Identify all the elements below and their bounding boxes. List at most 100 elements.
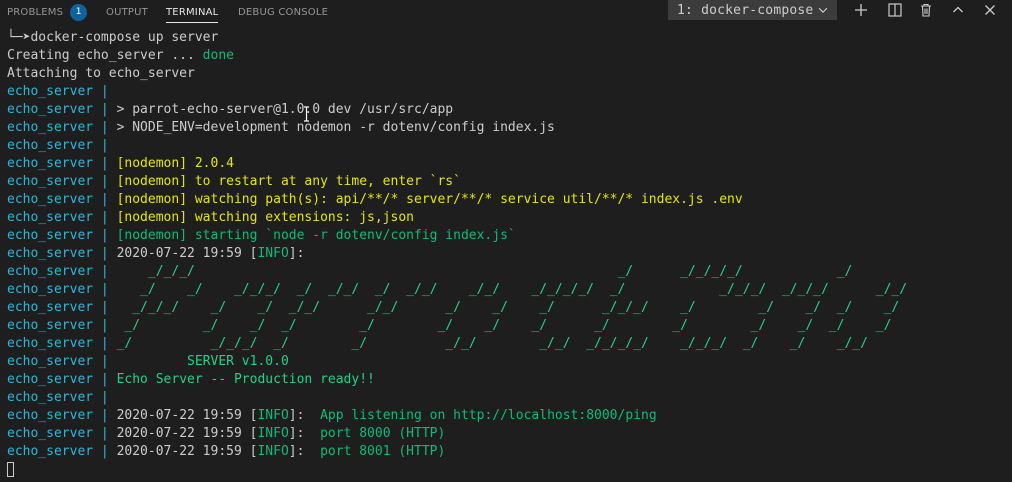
terminal-text: └─➤docker-compose up server: [7, 30, 219, 45]
terminal-line: echo_server | SERVER v1.0.0: [7, 353, 907, 371]
text-cursor-icon: [304, 106, 309, 122]
terminal-line: echo_server | [nodemon] watching path(s)…: [7, 191, 907, 209]
terminal-text: echo_server |: [7, 228, 117, 243]
terminal-line: echo_server | _/ _/ _/ _/ _/ _/ _/ _/ _/…: [7, 317, 907, 335]
tab-label: OUTPUT: [106, 6, 148, 18]
terminal-text: App listening on http://localhost:8000/p…: [320, 408, 657, 423]
tab-debug-console[interactable]: DEBUG CONSOLE: [238, 0, 328, 24]
terminal-text: echo_server |: [7, 192, 117, 207]
terminal-line: echo_server | 2020-07-22 19:59 [INFO]:: [7, 245, 907, 263]
terminal-text: ]:: [288, 408, 321, 423]
terminal-text: echo_server |: [7, 282, 117, 297]
panel-header: PROBLEMS 1 OUTPUT TERMINAL DEBUG CONSOLE…: [0, 0, 1012, 24]
tab-label: DEBUG CONSOLE: [238, 6, 329, 18]
terminal-text: 2020-07-22 19:59 [: [116, 444, 258, 459]
terminal-line: echo_server | [nodemon] 2.0.4: [7, 155, 907, 173]
terminal-text: echo_server |: [7, 174, 117, 189]
problems-count-badge: 1: [70, 3, 88, 21]
terminal-text: [nodemon] to restart at any time, enter …: [116, 174, 461, 189]
tab-output[interactable]: OUTPUT: [106, 0, 148, 24]
terminal-text: Echo Server -- Production ready!!: [116, 372, 375, 387]
terminal-text: echo_server |: [7, 156, 117, 171]
terminal-line: echo_server | 2020-07-22 19:59 [INFO]: A…: [7, 407, 907, 425]
terminal-text: _/ _/_/_/ _/ _/ _/_/ _/_/ _/_/_/_/ _/_/_…: [116, 336, 868, 351]
terminal-text: echo_server |: [7, 354, 117, 369]
terminal-text: echo_server |: [7, 210, 117, 225]
terminal-text: port 8001 (HTTP): [320, 444, 446, 459]
terminal-select-value: 1: docker-compose: [677, 2, 814, 18]
close-panel-button[interactable]: [981, 1, 999, 19]
terminal-line: echo_server | _/_/_/ _/ _/ _/_/ _/_/ _/ …: [7, 299, 907, 317]
terminal-text: _/ _/ _/ _/ _/ _/ _/ _/ _/ _/ _/ _/ _/ _…: [116, 318, 892, 333]
terminal-text: 2020-07-22 19:59 [: [116, 426, 258, 441]
chevron-down-icon: [818, 7, 828, 13]
terminal-text: INFO: [257, 246, 289, 261]
terminal-line: Attaching to echo_server: [7, 65, 907, 83]
terminal-cursor: [7, 462, 14, 477]
new-terminal-button[interactable]: [852, 1, 870, 19]
terminal-text: done: [202, 48, 234, 63]
terminal-text: ]:: [288, 426, 321, 441]
terminal-text: echo_server |: [7, 372, 117, 387]
terminal-text: port 8000 (HTTP): [320, 426, 446, 441]
terminal-text: [nodemon] watching path(s): api/**/* ser…: [116, 192, 743, 207]
terminal-text: [nodemon] watching extensions: js,json: [116, 210, 414, 225]
chevron-up-icon: [953, 6, 963, 13]
split-icon: [888, 3, 902, 17]
close-icon: [985, 5, 995, 15]
terminal-text: echo_server |: [7, 390, 109, 405]
terminal-line: echo_server | 2020-07-22 19:59 [INFO]: p…: [7, 425, 907, 443]
terminal-text: echo_server |: [7, 318, 117, 333]
terminal-line: echo_server |: [7, 389, 907, 407]
terminal-line: echo_server | 2020-07-22 19:59 [INFO]: p…: [7, 443, 907, 461]
terminal-text: echo_server |: [7, 300, 117, 315]
terminal-text: echo_server |: [7, 246, 117, 261]
tab-problems[interactable]: PROBLEMS 1: [7, 0, 88, 24]
terminal-text: SERVER v1.0.0: [116, 354, 289, 369]
terminal-line: echo_server | Echo Server -- Production …: [7, 371, 907, 389]
trash-icon: [921, 3, 931, 17]
terminal-text: > NODE_ENV=development nodemon -r dotenv…: [116, 120, 555, 135]
terminal-text: 2020-07-22 19:59 [: [116, 246, 258, 261]
terminal-text: [nodemon] 2.0.4: [116, 156, 234, 171]
terminal-text: > parrot-echo-server@1.0.0 dev /usr/src/…: [116, 102, 454, 117]
terminal-text: echo_server |: [7, 102, 117, 117]
terminal-text: INFO: [257, 408, 289, 423]
terminal-text: ]:: [288, 444, 321, 459]
terminal-line: echo_server | > NODE_ENV=development nod…: [7, 119, 907, 137]
terminal-select[interactable]: 1: docker-compose: [668, 0, 837, 20]
tab-label: PROBLEMS: [7, 6, 64, 18]
terminal-text: Attaching to echo_server: [7, 66, 195, 81]
terminal-text: echo_server |: [7, 408, 117, 423]
terminal-text: echo_server |: [7, 336, 117, 351]
terminal-line: echo_server |: [7, 83, 907, 101]
maximize-panel-button[interactable]: [949, 1, 967, 19]
terminal-line: echo_server | _/_/_/ _/ _/_/_/_/ _/: [7, 263, 907, 281]
terminal-line: echo_server | > parrot-echo-server@1.0.0…: [7, 101, 907, 119]
terminal-text: echo_server |: [7, 264, 117, 279]
terminal-text: 2020-07-22 19:59 [: [116, 408, 258, 423]
kill-terminal-button[interactable]: [917, 1, 935, 19]
plus-icon: [855, 4, 867, 16]
terminal-text: INFO: [257, 426, 289, 441]
terminal-line: echo_server | _/ _/_/_/ _/ _/ _/_/ _/_/ …: [7, 335, 907, 353]
tab-terminal[interactable]: TERMINAL: [166, 0, 219, 24]
split-terminal-button[interactable]: [886, 1, 904, 19]
tab-label: TERMINAL: [166, 6, 219, 18]
terminal-text: echo_server |: [7, 426, 117, 441]
terminal-text: _/ _/ _/_/_/ _/ _/_/ _/ _/_/ _/_/ _/_/_/…: [116, 282, 908, 297]
terminal-line: echo_server | _/ _/ _/_/_/ _/ _/_/ _/ _/…: [7, 281, 907, 299]
terminal-output[interactable]: └─➤docker-compose up server Creating echo…: [7, 29, 907, 479]
terminal-line: └─➤docker-compose up server: [7, 29, 907, 47]
terminal-text: [nodemon] starting `node -r dotenv/confi…: [116, 228, 516, 243]
terminal-line: Creating echo_server ... done: [7, 47, 907, 65]
terminal-line: echo_server | [nodemon] starting `node -…: [7, 227, 907, 245]
terminal-text: Creating echo_server ...: [7, 48, 203, 63]
terminal-text: echo_server |: [7, 120, 117, 135]
terminal-text: _/_/_/ _/ _/_/_/_/ _/: [116, 264, 853, 279]
terminal-line: echo_server | [nodemon] watching extensi…: [7, 209, 907, 227]
terminal-line: echo_server | [nodemon] to restart at an…: [7, 173, 907, 191]
terminal-line: echo_server |: [7, 137, 907, 155]
terminal-text: INFO: [257, 444, 289, 459]
